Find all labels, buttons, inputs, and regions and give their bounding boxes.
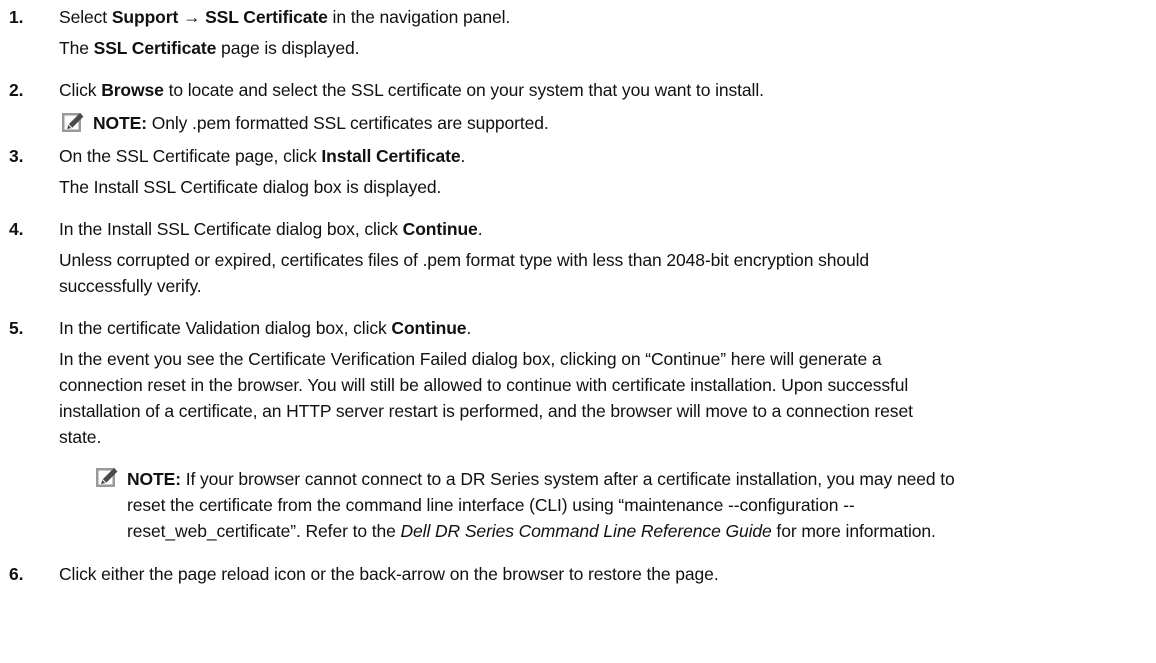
step-result: successfully verify. bbox=[59, 276, 202, 296]
step-result: The SSL Certificate page is displayed. bbox=[59, 38, 360, 58]
pencil-icon bbox=[96, 468, 118, 487]
continue-label: Continue bbox=[391, 318, 467, 338]
note-label: NOTE: bbox=[127, 469, 181, 489]
step-number: 5. bbox=[9, 318, 24, 338]
step-result: installation of a certificate, an HTTP s… bbox=[59, 401, 913, 421]
guide-title: Dell DR Series Command Line Reference Gu… bbox=[400, 521, 772, 541]
step-instruction: In the Install SSL Certificate dialog bo… bbox=[59, 219, 483, 239]
step-number: 4. bbox=[9, 219, 24, 239]
step-instruction: On the SSL Certificate page, click Insta… bbox=[59, 146, 466, 166]
install-certificate-label: Install Certificate bbox=[321, 146, 461, 166]
step-result: state. bbox=[59, 427, 102, 447]
step-instruction: Click Browse to locate and select the SS… bbox=[59, 80, 764, 100]
note-text: NOTE: Only .pem formatted SSL certificat… bbox=[93, 113, 549, 133]
step-number: 1. bbox=[9, 7, 24, 27]
step-result: The Install SSL Certificate dialog box i… bbox=[59, 177, 442, 197]
step-instruction: In the certificate Validation dialog box… bbox=[59, 318, 472, 338]
note-text: reset_web_certificate”. Refer to the Del… bbox=[127, 521, 936, 541]
step-result: In the event you see the Certificate Ver… bbox=[59, 349, 882, 369]
note-text: NOTE: If your browser cannot connect to … bbox=[127, 469, 955, 489]
continue-label: Continue bbox=[402, 219, 478, 239]
page-name: SSL Certificate bbox=[93, 38, 217, 58]
step-number: 3. bbox=[9, 146, 24, 166]
note-text: reset the certificate from the command l… bbox=[127, 495, 855, 515]
step-number: 2. bbox=[9, 80, 24, 100]
step-instruction: Select Support → SSL Certificate in the … bbox=[59, 7, 511, 27]
pencil-icon bbox=[62, 113, 84, 132]
browse-label: Browse bbox=[101, 80, 164, 100]
step-result: connection reset in the browser. You wil… bbox=[59, 375, 909, 395]
step-result: Unless corrupted or expired, certificate… bbox=[59, 250, 870, 270]
note-label: NOTE: bbox=[93, 113, 147, 133]
document-page: 1. Select Support → SSL Certificate in t… bbox=[0, 0, 1156, 663]
menu-path: Support → SSL Certificate bbox=[111, 7, 328, 27]
step-number: 6. bbox=[9, 564, 24, 584]
step-instruction: Click either the page reload icon or the… bbox=[59, 564, 719, 584]
